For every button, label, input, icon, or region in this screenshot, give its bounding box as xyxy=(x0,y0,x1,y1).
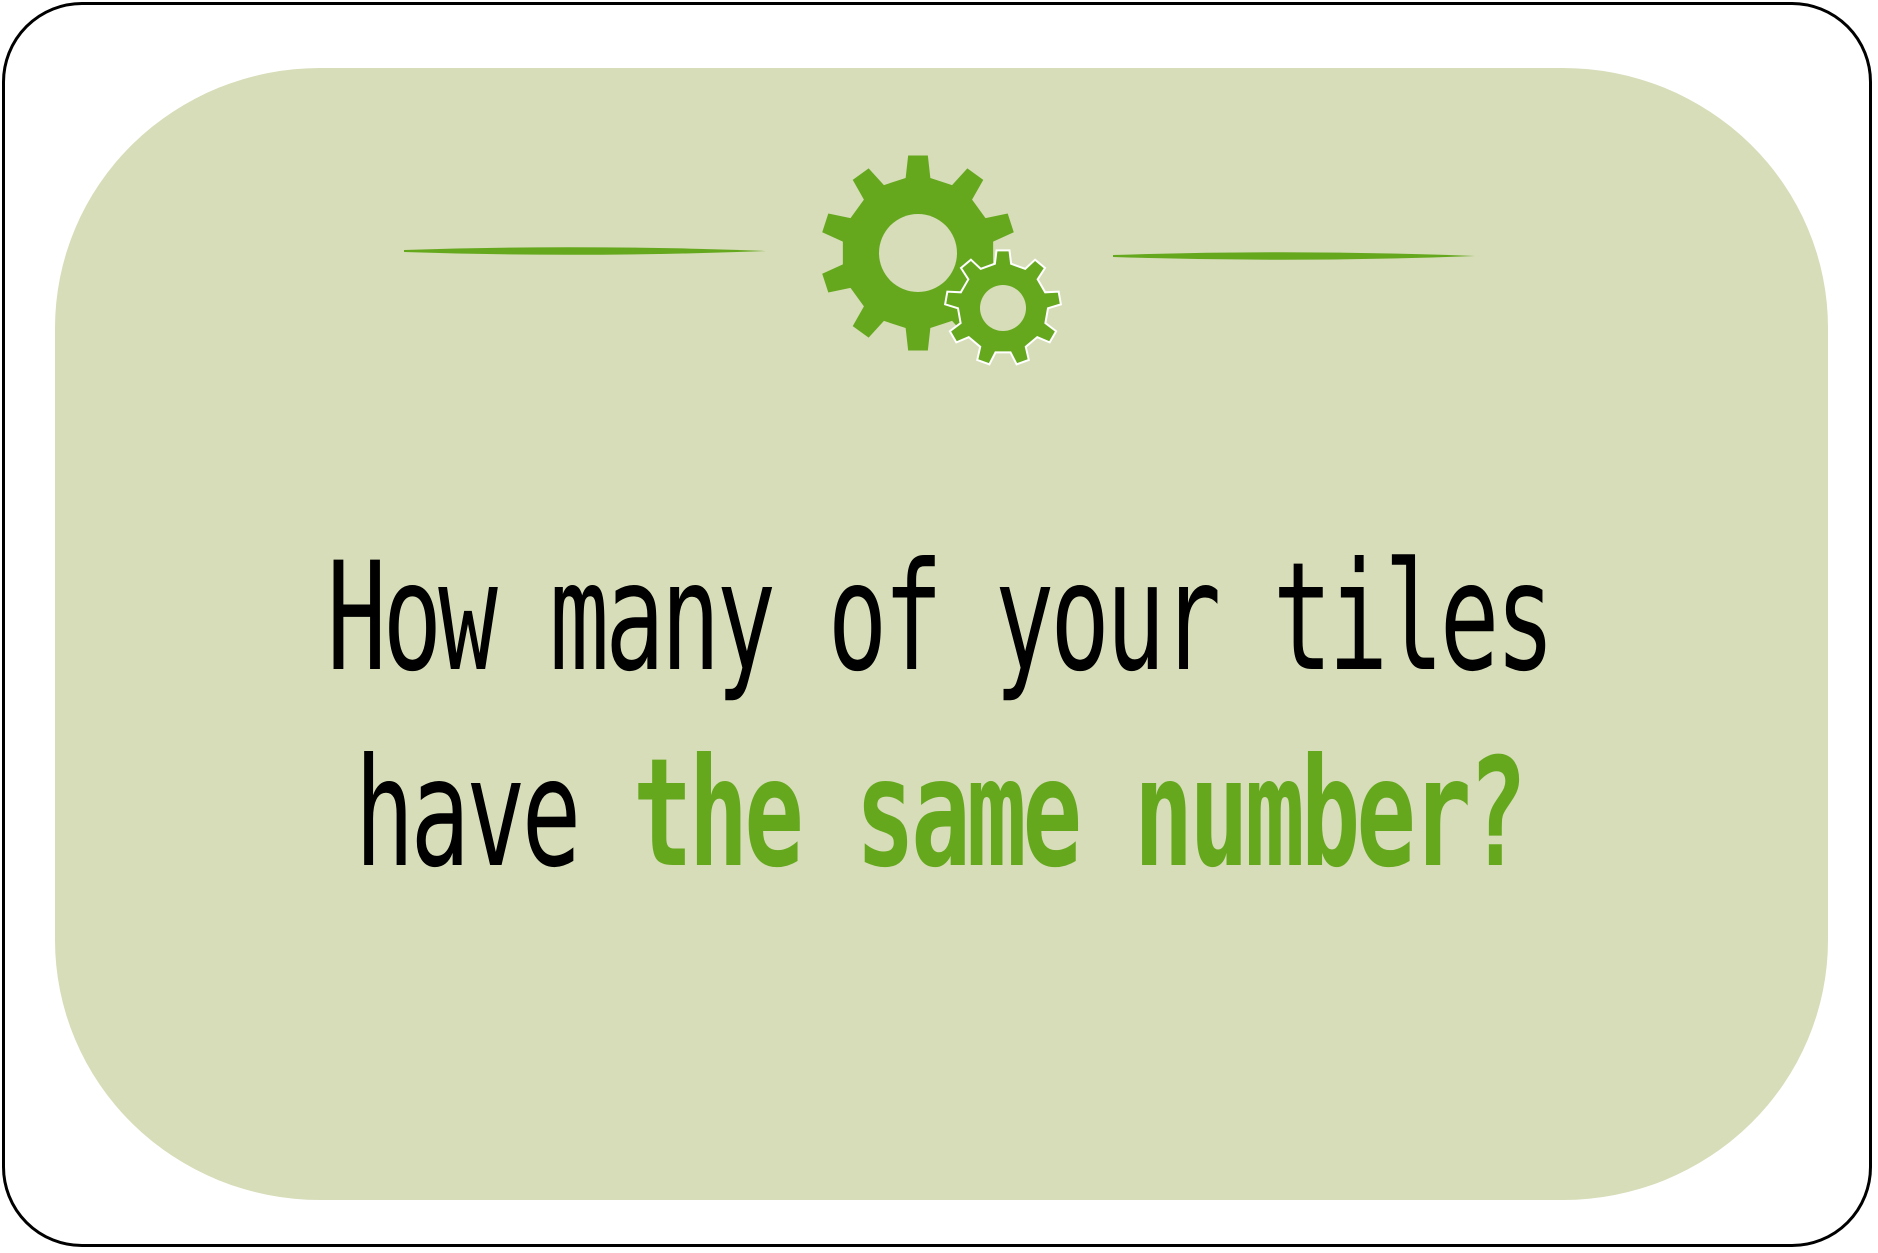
question-line-1: How many of your tiles xyxy=(326,531,1555,705)
gear-hole xyxy=(879,214,957,292)
question-text: How many of your tiles have the same num… xyxy=(319,520,1558,912)
question-line-2: have the same number? xyxy=(319,716,1558,912)
left-divider-line xyxy=(404,247,766,255)
gear-hole xyxy=(980,285,1026,331)
small-gear-icon xyxy=(943,249,1062,366)
gears-icon xyxy=(822,155,1062,366)
question-line-2-prefix: have xyxy=(354,727,633,901)
question-highlight: the same number? xyxy=(632,727,1527,901)
right-divider-line xyxy=(1113,252,1475,260)
